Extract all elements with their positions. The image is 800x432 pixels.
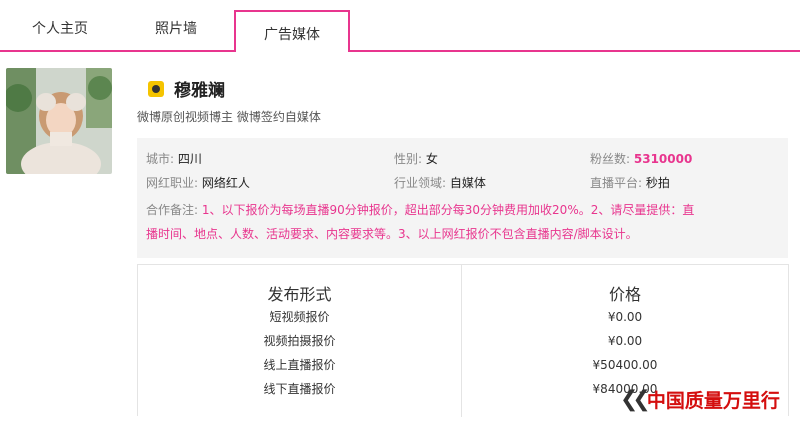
fans-field: 粉丝数: 5310000 <box>590 150 692 167</box>
tab-ad-media[interactable]: 广告媒体 <box>234 10 350 52</box>
profile-header: 穆雅斓 <box>148 76 225 101</box>
city-value: 四川 <box>177 152 202 166</box>
row-type-offline-live: 线下直播报价 <box>263 382 336 396</box>
fans-value: 5310000 <box>633 152 693 166</box>
tab-underline <box>0 50 800 52</box>
gender-field: 性别: 女 <box>394 150 438 167</box>
tab-photo-wall[interactable]: 照片墙 <box>155 18 197 38</box>
profile-bio: 微博原创视频博主 微博签约自媒体 <box>137 110 321 124</box>
note-label: 合作备注: <box>146 203 199 217</box>
job-field: 网红职业: 网络红人 <box>146 174 250 191</box>
row-price-online-live: ¥50400.00 <box>592 358 658 372</box>
gender-value: 女 <box>425 152 438 166</box>
camera-platform-icon <box>148 80 164 97</box>
row-price-video-shoot: ¥0.00 <box>607 334 643 348</box>
field-value: 自媒体 <box>449 176 486 190</box>
job-value: 网络红人 <box>201 176 250 190</box>
note-text-line2: 播时间、地点、人数、活动要求、内容要求等。3、以上网红报价不包含直播内容/脚本设… <box>146 227 638 241</box>
info-panel: 城市: 四川 性别: 女 粉丝数: 5310000 网红职业: 网络红人 行业领… <box>137 138 788 258</box>
row-type-short-video: 短视频报价 <box>269 310 330 324</box>
platform-field: 直播平台: 秒拍 <box>590 174 670 191</box>
row-type-video-shoot: 视频拍摄报价 <box>263 334 336 348</box>
gender-label: 性别: <box>394 152 423 166</box>
header-publish-type: 发布形式 <box>267 285 332 304</box>
note-text-line1: 1、以下报价为每场直播90分钟报价，超出部分每30分钟费用加收20%。2、请尽量… <box>201 203 695 217</box>
cooperation-note: 合作备注: 1、以下报价为每场直播90分钟报价，超出部分每30分钟费用加收20%… <box>146 198 778 246</box>
platform-label: 直播平台: <box>590 176 643 190</box>
job-label: 网红职业: <box>146 176 199 190</box>
row-price-short-video: ¥0.00 <box>607 310 643 324</box>
city-label: 城市: <box>146 152 175 166</box>
platform-value: 秒拍 <box>645 176 670 190</box>
price-table-type-column: 发布形式 短视频报价 视频拍摄报价 线上直播报价 线下直播报价 <box>138 265 462 417</box>
tab-homepage[interactable]: 个人主页 <box>32 18 88 38</box>
field-field: 行业领域: 自媒体 <box>394 174 486 191</box>
header-price: 价格 <box>608 285 641 304</box>
tab-bar: 个人主页 照片墙 广告媒体 <box>0 0 800 52</box>
fans-label: 粉丝数: <box>590 152 631 166</box>
profile-name: 穆雅斓 <box>174 81 225 101</box>
field-label: 行业领域: <box>394 176 447 190</box>
row-type-online-live: 线上直播报价 <box>263 358 336 372</box>
avatar <box>6 68 112 174</box>
watermark: ❮❮ 中国质量万里行 <box>620 386 780 413</box>
watermark-text: 中国质量万里行 <box>646 390 780 412</box>
tab-ad-media-label: 广告媒体 <box>264 27 320 43</box>
double-chevron-left-icon: ❮❮ <box>620 387 651 412</box>
city-field: 城市: 四川 <box>146 150 202 167</box>
